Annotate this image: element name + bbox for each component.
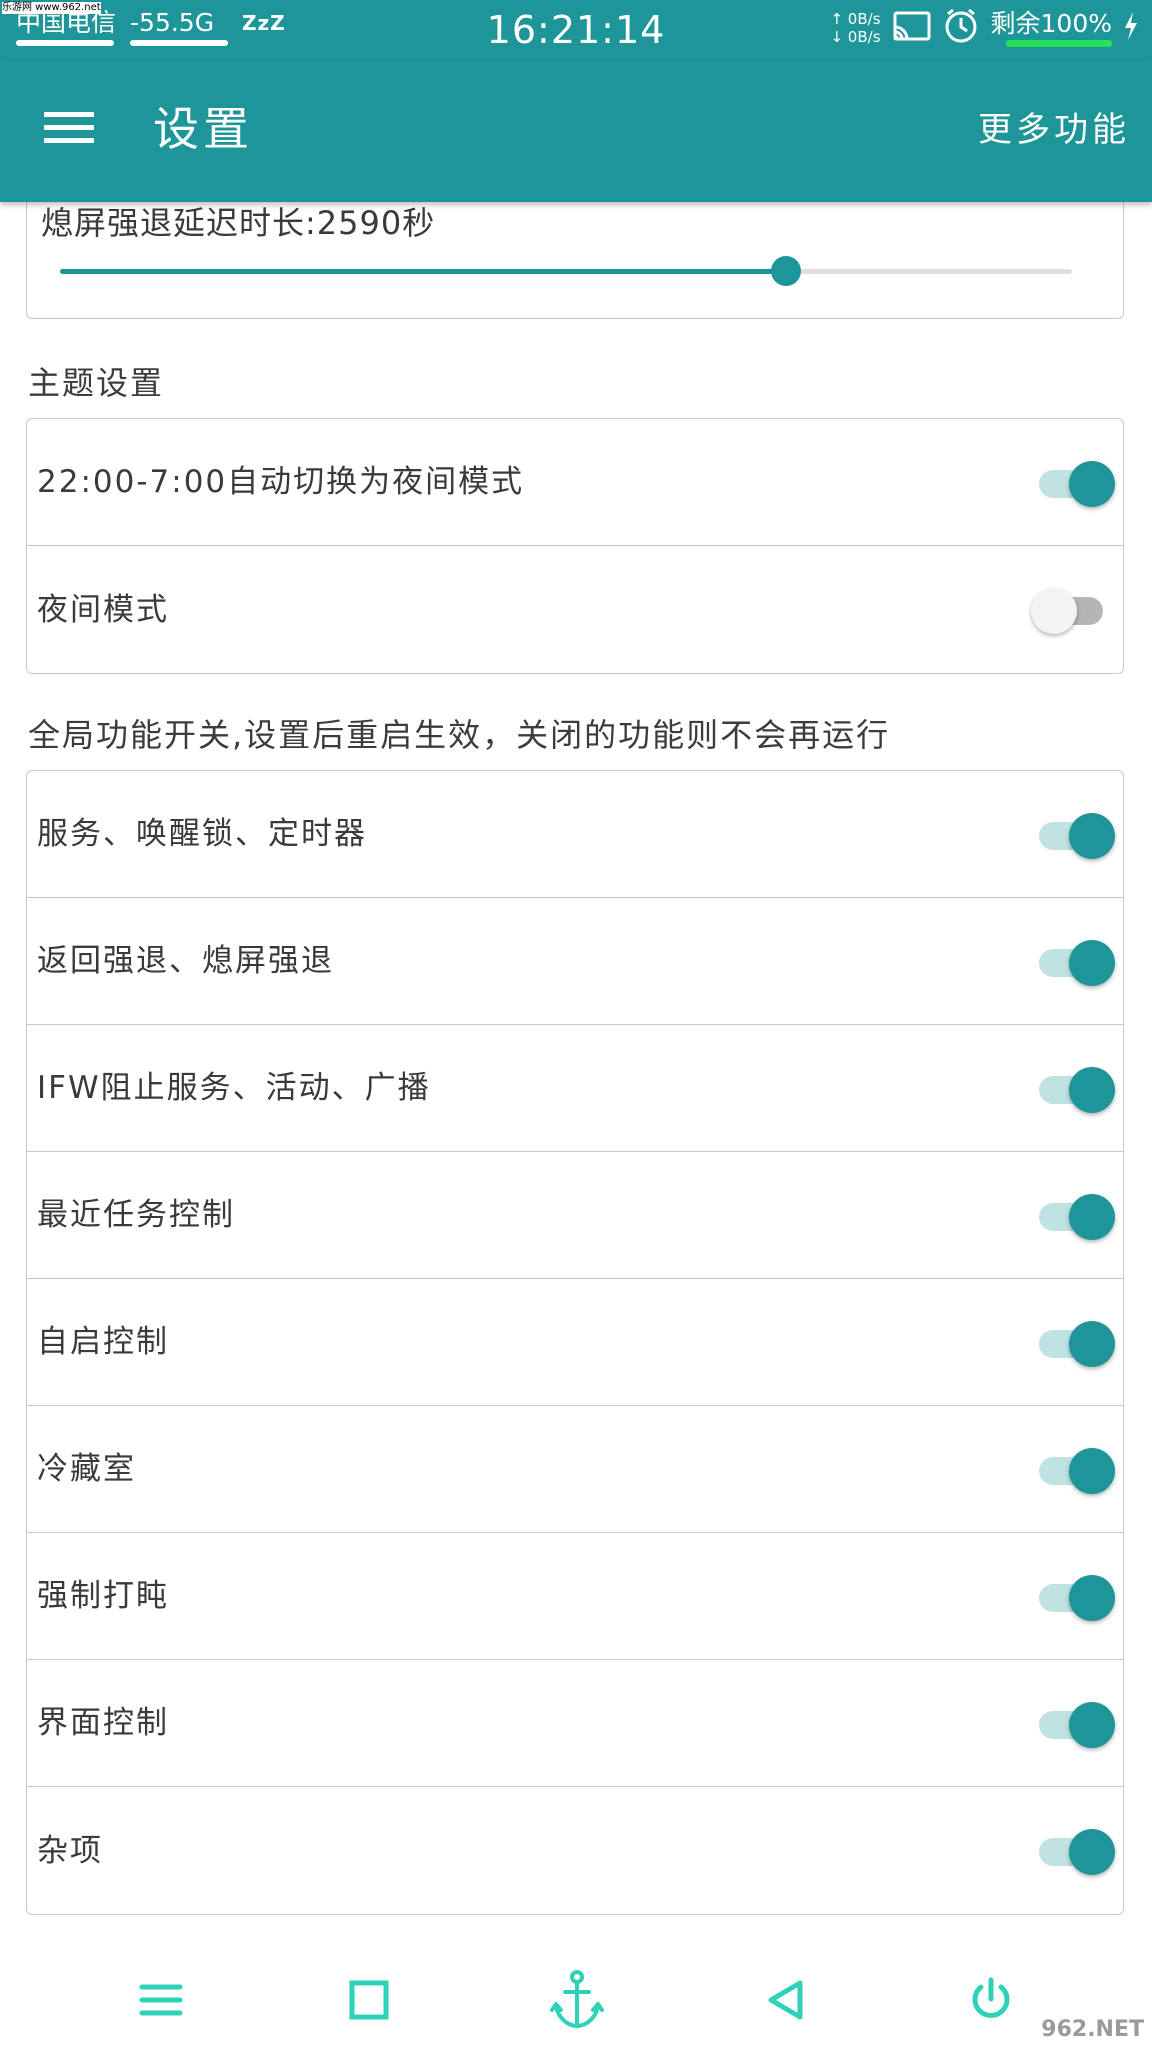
power-icon [972,1977,1010,2018]
toggle-thumb [1069,1575,1115,1621]
square-icon [349,1980,389,2020]
row-label: 强制打盹 [37,1578,169,1614]
toggle-force-doze[interactable] [1033,1573,1115,1621]
app-bar: 设置 更多功能 [0,60,1152,202]
toggle-thumb [1069,1194,1115,1240]
battery-label: 剩余100% [990,9,1112,38]
slider-label: 熄屏强退延迟时长:2590秒 [41,204,436,242]
row-label: 22:00-7:00自动切换为夜间模式 [37,464,525,500]
toggle-misc[interactable] [1033,1827,1115,1875]
more-functions-button[interactable]: 更多功能 [978,108,1130,152]
alarm-icon [943,8,979,48]
nav-back-button[interactable] [755,1972,815,2028]
row-label: 自启控制 [37,1324,169,1360]
signal-bar [130,40,229,46]
charging-icon [1124,12,1138,44]
menu-icon-line [44,112,94,117]
section-header-global: 全局功能开关,设置后重启生效，关闭的功能则不会再运行 [28,716,891,754]
toggle-thumb [1069,461,1115,507]
menu-icon-line [44,138,94,143]
toggle-auto-night-mode[interactable] [1033,459,1115,507]
row-ui-control[interactable]: 界面控制 [27,1660,1123,1787]
delay-slider-track[interactable] [60,256,1072,286]
menu-icon-line [44,125,94,130]
delay-slider-card: 熄屏强退延迟时长:2590秒 [26,192,1124,319]
section-header-theme: 主题设置 [28,364,165,402]
nav-recents-button[interactable] [339,1972,399,2028]
toggle-autostart-control[interactable] [1033,1319,1115,1367]
toggle-services-wakelocks-timers[interactable] [1033,811,1115,859]
theme-settings-card: 22:00-7:00自动切换为夜间模式 夜间模式 [26,418,1124,674]
back-triangle-icon [768,1980,803,2020]
row-force-doze[interactable]: 强制打盹 [27,1533,1123,1660]
signal-strength: -55.5G [130,8,215,37]
menu-button[interactable] [40,105,100,155]
row-misc[interactable]: 杂项 [27,1787,1123,1914]
global-switches-card: 服务、唤醒锁、定时器 返回强退、熄屏强退 IFW阻止服务、活动、广播 最近任务控… [26,770,1124,1915]
toggle-thumb [1069,1829,1115,1875]
toggle-recent-tasks-control[interactable] [1033,1192,1115,1240]
row-label: 返回强退、熄屏强退 [37,943,334,979]
battery-level-bar [1006,40,1112,47]
status-bar: 乐游网 www.962.net 中国电信 -55.5G ZzZ 16:21:14… [0,0,1152,60]
menu-icon [139,1984,183,2016]
toggle-thumb [1069,813,1115,859]
row-services-wakelocks-timers[interactable]: 服务、唤醒锁、定时器 [27,771,1123,898]
row-label: 夜间模式 [37,591,169,628]
row-recent-tasks-control[interactable]: 最近任务控制 [27,1152,1123,1279]
delay-slider-fill [60,269,786,274]
watermark: 962.NET [1041,2017,1144,2042]
nav-power-button[interactable] [961,1972,1021,2028]
nav-menu-button[interactable] [131,1972,191,2028]
toggle-thumb [1031,588,1077,634]
network-speed: ↑ 0B/s ↓ 0B/s [830,10,880,46]
toggle-thumb [1069,940,1115,986]
row-label: 冷藏室 [37,1451,136,1487]
row-auto-night-mode[interactable]: 22:00-7:00自动切换为夜间模式 [27,419,1123,546]
carrier-name: 中国电信 [16,8,117,37]
row-label: IFW阻止服务、活动、广播 [37,1070,431,1106]
nav-anchor-button[interactable] [547,1970,607,2028]
row-freezer[interactable]: 冷藏室 [27,1406,1123,1533]
toggle-thumb [1069,1067,1115,1113]
toggle-back-force-stop[interactable] [1033,938,1115,986]
row-ifw-block[interactable]: IFW阻止服务、活动、广播 [27,1025,1123,1152]
row-autostart-control[interactable]: 自启控制 [27,1279,1123,1406]
navigation-bar: 962.NET [0,1950,1152,2048]
net-down-speed: ↓ 0B/s [830,28,881,46]
net-up-speed: ↑ 0B/s [830,10,881,28]
row-night-mode[interactable]: 夜间模式 [27,546,1123,673]
carrier-signal-bar [16,40,114,46]
toggle-night-mode[interactable] [1031,586,1115,634]
cast-icon [893,11,931,45]
toggle-thumb [1069,1448,1115,1494]
toggle-ifw-block[interactable] [1033,1065,1115,1113]
row-back-force-stop[interactable]: 返回强退、熄屏强退 [27,898,1123,1025]
toggle-thumb [1069,1321,1115,1367]
toggle-ui-control[interactable] [1033,1700,1115,1748]
toggle-thumb [1069,1702,1115,1748]
delay-slider-thumb[interactable] [770,256,801,286]
row-label: 服务、唤醒锁、定时器 [37,816,367,852]
row-label: 最近任务控制 [37,1197,235,1233]
toggle-freezer[interactable] [1033,1446,1115,1494]
sleep-icon: ZzZ [242,11,286,35]
row-label: 界面控制 [37,1705,169,1741]
page-title: 设置 [153,102,253,156]
row-label: 杂项 [37,1832,103,1869]
anchor-icon [550,1970,604,2028]
